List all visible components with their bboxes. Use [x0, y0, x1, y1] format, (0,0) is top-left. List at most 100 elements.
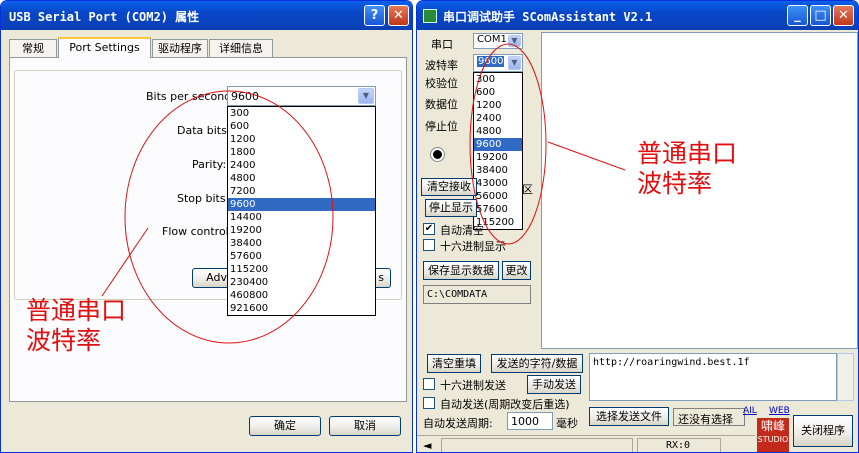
web-link[interactable]: WEB [769, 406, 790, 416]
baud-rate-option[interactable]: 1200 [228, 133, 375, 146]
baud-rate-option[interactable]: 2400 [228, 159, 375, 172]
left-annotation-line1: 普通串口 [26, 296, 127, 325]
rx-count: RX:0 [666, 440, 691, 451]
hex-display-label: 十六进制显示 [440, 240, 506, 253]
tab-port-settings[interactable]: Port Settings [58, 37, 151, 58]
auto-send-checkbox[interactable] [423, 397, 435, 409]
save-display-button[interactable]: 保存显示数据 [423, 261, 499, 280]
baud-rate-option[interactable]: 460800 [228, 289, 375, 302]
baud-rate-option[interactable]: 19200 [474, 151, 522, 164]
baud-rate-option[interactable]: 230400 [228, 276, 375, 289]
cancel-button[interactable]: 取消 [329, 416, 401, 436]
baud-rate-option[interactable]: 1200 [474, 99, 522, 112]
baud-rate-option[interactable]: 19200 [228, 224, 375, 237]
baud-rate-option[interactable]: 38400 [228, 237, 375, 250]
hex-send-checkbox[interactable] [423, 378, 435, 390]
ok-button[interactable]: 确定 [249, 416, 321, 436]
maximize-button[interactable]: □ [810, 5, 831, 26]
baud-rate-option[interactable]: 56000 [474, 190, 522, 203]
auto-period-value: 1000 [511, 415, 539, 428]
baud-rate-option[interactable]: 57600 [228, 250, 375, 263]
ail-link[interactable]: AIL [743, 406, 757, 416]
properties-window: USB Serial Port (COM2) 属性 ? ✕ 常规 Port Se… [0, 0, 413, 453]
auto-period-input[interactable]: 1000 [507, 412, 553, 430]
bits-per-second-value: 9600 [231, 90, 259, 103]
parity-label: Parity: [192, 158, 227, 171]
bits-per-second-dropdown[interactable]: 300 600 1200 1800 2400 4800 7200 9600 14400 19200… [227, 106, 376, 316]
baud-rate-option[interactable]: 300 [474, 73, 522, 86]
serial-assistant-window: 串口调试助手 SComAssistant V2.1 _ □ ✕ 串口 COM1 … [416, 0, 859, 453]
stop-display-button[interactable]: 停止显示 [425, 199, 477, 217]
parity-label: 校验位 [425, 77, 458, 90]
baud-rate-option[interactable]: 14400 [228, 211, 375, 224]
properties-title: USB Serial Port (COM2) 属性 [9, 10, 200, 24]
tab-driver[interactable]: 驱动程序 [152, 39, 208, 57]
auto-clear-checkbox[interactable]: ✔ [423, 223, 435, 235]
clear-receive-button[interactable]: 清空接收 [421, 178, 477, 196]
close-program-button[interactable]: 关闭程序 [793, 415, 853, 447]
auto-send-label: 自动发送(周期改变后重选) [440, 398, 570, 411]
baud-rate-option[interactable]: 7200 [228, 185, 375, 198]
save-path-field: C:\COMDATA [423, 285, 531, 304]
baud-value: 9600 [477, 56, 505, 67]
file-status-field: 还没有选择 [673, 408, 745, 426]
baud-rate-option[interactable]: 600 [474, 86, 522, 99]
data-bits-label: Data bits: [177, 124, 231, 137]
bits-per-second-label: Bits per second: [146, 90, 235, 103]
app-icon [423, 9, 437, 23]
status-icon: ◄ [423, 439, 432, 452]
baud-rate-option[interactable]: 600 [228, 120, 375, 133]
stop-bits-label: Stop bits: [177, 192, 230, 205]
close-button[interactable]: ✕ [388, 5, 409, 26]
close-button[interactable]: ✕ [833, 5, 854, 26]
baud-rate-option[interactable]: 57600 [474, 203, 522, 216]
manual-send-button[interactable]: 手动发送 [527, 375, 581, 394]
send-textarea[interactable]: http://roaringwind.best.1f [589, 353, 837, 401]
logo-top-text: 啸峰 [760, 419, 785, 433]
baud-label: 波特率 [425, 59, 458, 72]
flow-control-label: Flow control: [162, 225, 233, 238]
assistant-titlebar[interactable]: 串口调试助手 SComAssistant V2.1 _ □ ✕ [417, 1, 858, 30]
clear-resend-button[interactable]: 清空重填 [427, 354, 481, 373]
baud-rate-option[interactable]: 4800 [474, 125, 522, 138]
left-annotation-line2: 波特率 [26, 326, 102, 355]
baud-rate-option[interactable]: 300 [228, 107, 375, 120]
studio-logo: 啸峰 STUDIO [757, 418, 789, 452]
logo-bottom-text: STUDIO [757, 435, 789, 444]
baud-rate-option[interactable]: 1800 [228, 146, 375, 159]
chevron-down-icon[interactable]: ▼ [508, 56, 521, 70]
baud-rate-option[interactable]: 921600 [228, 302, 375, 315]
baud-rate-option[interactable]: 9600 [474, 138, 522, 151]
save-path-value: C:\COMDATA [427, 289, 488, 300]
chevron-down-icon[interactable]: ▼ [508, 35, 521, 47]
send-scrollbar[interactable] [837, 353, 854, 401]
status-pane-rx: RX:0 [637, 438, 721, 452]
help-button[interactable]: ? [364, 5, 385, 26]
baud-select[interactable]: 9600 ▼ [473, 54, 523, 72]
status-pane-main [441, 438, 633, 452]
hex-display-checkbox[interactable] [423, 239, 435, 251]
send-text: http://roaringwind.best.1f [593, 357, 750, 368]
baud-rate-option[interactable]: 115200 [228, 263, 375, 276]
bits-per-second-select[interactable]: 9600 ▼ [227, 86, 376, 106]
baud-rate-option[interactable]: 9600 [228, 198, 375, 211]
properties-titlebar[interactable]: USB Serial Port (COM2) 属性 ? ✕ [1, 1, 412, 30]
baud-rate-option[interactable]: 2400 [474, 112, 522, 125]
change-path-button[interactable]: 更改 [502, 261, 531, 280]
choose-send-file-button[interactable]: 选择发送文件 [589, 407, 669, 426]
right-annotation-line1: 普通串口 [637, 139, 738, 168]
baud-rate-option[interactable]: 38400 [474, 164, 522, 177]
tab-details[interactable]: 详细信息 [209, 39, 273, 57]
send-chars-button[interactable]: 发送的字符/数据 [491, 354, 583, 373]
baud-rate-option[interactable]: 43000 [474, 177, 522, 190]
port-status-indicator-icon [431, 148, 444, 161]
tab-general[interactable]: 常规 [9, 39, 57, 57]
baud-rate-option[interactable]: 4800 [228, 172, 375, 185]
port-select[interactable]: COM1 ▼ [473, 33, 523, 49]
ms-label: 毫秒 [556, 417, 578, 430]
status-bar: ◄ RX:0 [417, 435, 755, 452]
baud-dropdown[interactable]: 300 600 1200 2400 4800 9600 19200 38400 43000 560… [473, 72, 523, 230]
chevron-down-icon[interactable]: ▼ [358, 88, 374, 104]
stopbits-label: 停止位 [425, 120, 458, 133]
minimize-button[interactable]: _ [787, 5, 808, 26]
